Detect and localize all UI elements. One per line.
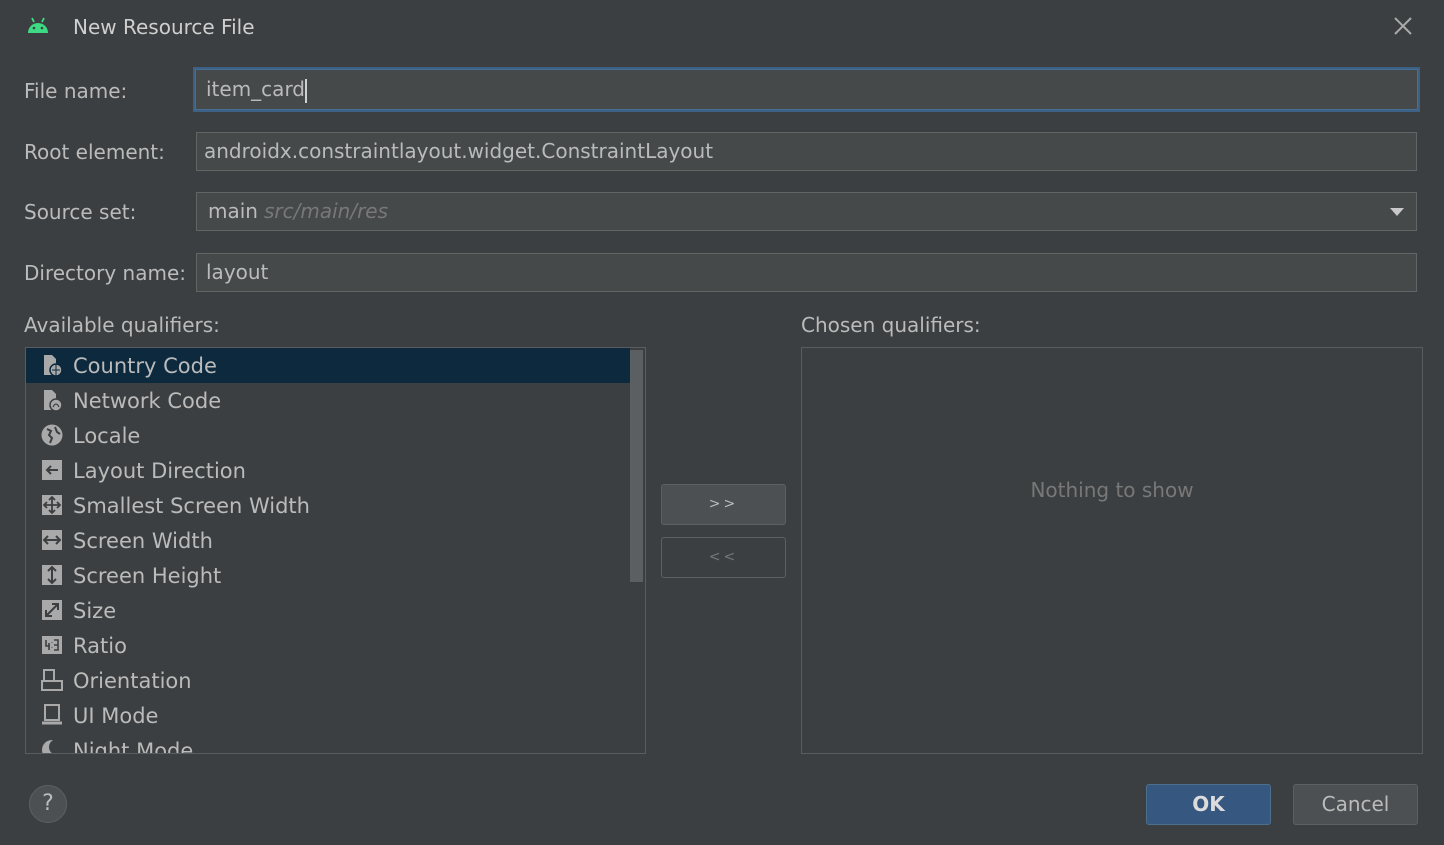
screen-width-icon — [42, 530, 62, 550]
file-name-label: File name: — [24, 79, 128, 103]
available-qualifiers-list[interactable]: Country Code Network Code Locale Layout … — [25, 347, 646, 754]
empty-state-text: Nothing to show — [1030, 478, 1194, 502]
ratio-icon — [42, 636, 62, 654]
globe-icon — [41, 424, 63, 446]
source-set-label: Source set: — [24, 200, 137, 224]
list-item-screen-width[interactable]: Screen Width — [26, 523, 630, 558]
ok-button[interactable]: OK — [1146, 784, 1271, 825]
orientation-icon — [41, 669, 63, 691]
list-item-country-code[interactable]: Country Code — [26, 348, 630, 383]
source-set-value: main — [208, 199, 258, 223]
list-item-label: Orientation — [73, 669, 192, 693]
close-icon[interactable] — [1390, 13, 1416, 39]
list-item-label: Layout Direction — [73, 459, 246, 483]
ui-mode-icon — [42, 704, 62, 725]
chosen-qualifiers-label: Chosen qualifiers: — [801, 313, 981, 337]
file-name-input[interactable]: item_card — [193, 67, 1420, 112]
source-set-hint: src/main/res — [263, 199, 389, 223]
add-qualifier-button[interactable]: >> — [661, 484, 786, 525]
chosen-qualifiers-list[interactable]: Nothing to show — [801, 347, 1423, 754]
help-button[interactable]: ? — [29, 785, 67, 823]
list-item-ratio[interactable]: Ratio — [26, 628, 630, 663]
size-icon — [42, 600, 62, 620]
title-bar: New Resource File — [0, 0, 1444, 56]
layout-direction-icon — [42, 460, 62, 480]
directory-name-input[interactable]: layout — [196, 253, 1417, 292]
list-item-label: Country Code — [73, 354, 217, 378]
chevron-down-icon[interactable] — [1390, 208, 1404, 216]
list-item-label: Ratio — [73, 634, 127, 658]
directory-name-value: layout — [206, 260, 269, 284]
text-caret — [305, 78, 308, 103]
list-item-label: Screen Width — [73, 529, 213, 553]
available-qualifiers-label: Available qualifiers: — [24, 313, 220, 337]
screen-height-icon — [42, 565, 62, 585]
smallest-width-icon — [42, 495, 62, 515]
list-item-locale[interactable]: Locale — [26, 418, 630, 453]
root-element-input[interactable]: androidx.constraintlayout.widget.Constra… — [196, 132, 1417, 171]
root-element-value: androidx.constraintlayout.widget.Constra… — [204, 139, 714, 163]
list-item-night-mode[interactable]: Night Mode — [26, 733, 630, 754]
remove-qualifier-button[interactable]: << — [661, 537, 786, 578]
list-item-orientation[interactable]: Orientation — [26, 663, 630, 698]
country-code-icon — [44, 355, 63, 377]
dialog-title: New Resource File — [73, 15, 255, 39]
list-item-label: Size — [73, 599, 117, 623]
list-item-label: Screen Height — [73, 564, 222, 588]
list-item-smallest-screen-width[interactable]: Smallest Screen Width — [26, 488, 630, 523]
list-item-label: Network Code — [73, 389, 222, 413]
root-element-label: Root element: — [24, 140, 165, 164]
list-item-size[interactable]: Size — [26, 593, 630, 628]
list-item-label: Night Mode — [73, 739, 194, 754]
list-item-layout-direction[interactable]: Layout Direction — [26, 453, 630, 488]
network-code-icon — [44, 390, 63, 412]
night-mode-icon — [42, 739, 64, 753]
list-scrollbar[interactable] — [630, 350, 643, 582]
list-item-network-code[interactable]: Network Code — [26, 383, 630, 418]
list-item-label: Locale — [73, 424, 141, 448]
list-item-label: Smallest Screen Width — [73, 494, 310, 518]
list-item-screen-height[interactable]: Screen Height — [26, 558, 630, 593]
directory-name-label: Directory name: — [24, 261, 186, 285]
list-item-label: UI Mode — [73, 704, 159, 728]
source-set-dropdown[interactable]: main src/main/res — [196, 192, 1417, 231]
list-item-ui-mode[interactable]: UI Mode — [26, 698, 630, 733]
file-name-value: item_card — [206, 77, 306, 101]
cancel-button[interactable]: Cancel — [1293, 784, 1418, 825]
android-icon — [28, 17, 48, 33]
